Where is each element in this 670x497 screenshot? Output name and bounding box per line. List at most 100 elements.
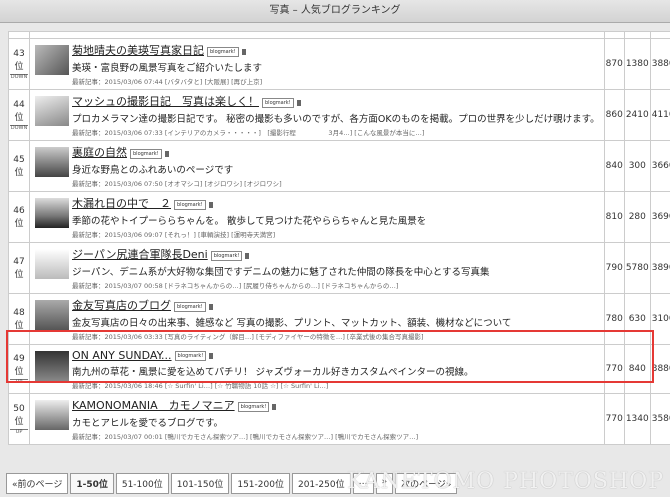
blogmark-button[interactable]: blogmark! (174, 301, 206, 312)
page-201-250-button[interactable]: 201-250位 (291, 473, 351, 494)
score-a: 840 (603, 140, 625, 192)
score-c: 3690 (649, 191, 670, 243)
rank-cell: 50位 UP (8, 393, 30, 445)
table-row (8, 31, 670, 39)
rank-label: 46位 (13, 205, 25, 229)
blog-title-link[interactable]: 裏庭の自然 (72, 146, 127, 159)
blog-thumbnail[interactable] (35, 198, 69, 228)
rank-trend-badge: UP (10, 378, 28, 385)
blog-info-cell: ジーパン尻連合軍隊長Deni blogmark! ジーパン、デニム系が大好物な集団で… (29, 242, 605, 294)
blog-title-link[interactable]: マッシュの撮影日記 写真は楽しく！ (72, 95, 259, 108)
blogmark-button[interactable]: blogmark! (130, 148, 162, 159)
recent-articles[interactable]: 最新記事：2015/03/06 09:07 [それっ！] [車輌演技] [運明寺… (72, 229, 600, 239)
table-row: 48位 金友写真店のブログ blogmark! 金友写真店の日々の出来事、雑感など 写… (8, 293, 670, 345)
page-1-50-button[interactable]: 1-50位 (70, 473, 114, 494)
recent-articles[interactable]: 最新記事：2015/03/06 07:33 [インテリアのカメラ・・・・・] [… (72, 127, 600, 137)
bookmark-icon[interactable] (296, 99, 301, 106)
blog-title-link[interactable]: KAMONOMANIA カモノマニア (72, 399, 235, 412)
table-row: 46位 木漏れ日の中で ２ blogmark! 季節の花やトイプーららちゃんを。 散歩… (8, 191, 670, 243)
blogmark-button[interactable]: blogmark! (207, 46, 239, 57)
score-b: 300 (623, 140, 651, 192)
score-c: 3880 (649, 344, 670, 394)
blog-description: ジーパン、デニム系が大好物な集団ですデニムの魅力に魅了された仲間の隊長を中心とす… (72, 267, 490, 278)
table-row: 49位 UP ON ANY SUNDAY... blogmark! 南九州の草花・風景に… (8, 344, 670, 394)
blog-thumbnail[interactable] (35, 300, 69, 330)
rank-cell: 47位 (8, 242, 30, 294)
score-a: 790 (603, 242, 625, 294)
score-b: 5780 (623, 242, 651, 294)
table-row: 50位 UP KAMONOMANIA カモノマニア blogmark! カモとアヒルを愛… (8, 393, 670, 445)
blog-info-cell: ON ANY SUNDAY... blogmark! 南九州の草花・風景に愛を込めて… (29, 344, 605, 394)
table-row: 43位 DOWN 菊地晴夫の美瑛写真家日記 blogmark! 美瑛・富良野の風景写真を… (8, 38, 670, 90)
score-c: 3100 (649, 293, 670, 345)
window-title: 写真 – 人気ブログランキング (0, 0, 670, 23)
page-101-150-button[interactable]: 101-150位 (170, 473, 230, 494)
blog-info-cell: KAMONOMANIA カモノマニア blogmark! カモとアヒルを愛でるブログ… (29, 393, 605, 445)
score-b: 1380 (623, 38, 651, 90)
bookmark-icon[interactable] (272, 403, 277, 410)
rank-label: 48位 (13, 307, 25, 331)
recent-articles[interactable]: 最新記事：2015/03/06 03:33 [写真のライティング（解目…] [モ… (72, 331, 600, 341)
blog-thumbnail[interactable] (35, 351, 69, 381)
blog-title-link[interactable]: ON ANY SUNDAY... (72, 349, 172, 362)
recent-articles[interactable]: 最新記事：2015/03/06 07:50 [オオマシコ] [オジロワシ] [オ… (72, 178, 600, 188)
rank-trend-badge: DOWN (10, 73, 28, 80)
rank-cell: 46位 (8, 191, 30, 243)
blog-info-cell: 金友写真店のブログ blogmark! 金友写真店の日々の出来事、雑感など 写真の撮… (29, 293, 605, 345)
blogmark-button[interactable]: blogmark! (237, 401, 270, 412)
score-b: 2410 (623, 89, 651, 141)
blog-description: 身近な野鳥とのふれあいのページです (72, 165, 234, 176)
recent-articles[interactable]: 最新記事：2015/03/07 00:01 [鴨川でカモさん探索ツア…] [鴨川… (72, 431, 600, 441)
blog-title-link[interactable]: 菊地晴夫の美瑛写真家日記 (72, 44, 204, 57)
score-a: 870 (603, 38, 625, 90)
watermark: KANETOMO PHOTOSHOP (347, 469, 664, 494)
bookmark-icon[interactable] (164, 150, 169, 157)
blog-title-link[interactable]: 金友写真店のブログ (72, 299, 171, 312)
blog-info-cell: 木漏れ日の中で ２ blogmark! 季節の花やトイプーららちゃんを。 散歩して見… (29, 191, 605, 243)
blog-title-link[interactable]: ジーパン尻連合軍隊長Deni (72, 248, 208, 261)
blog-info-cell: 裏庭の自然 blogmark! 身近な野鳥とのふれあいのページです最新記事：2015… (29, 140, 605, 192)
recent-articles[interactable]: 最新記事：2015/03/06 07:44 [バタバタと] [大阪展] [再び上… (72, 76, 600, 86)
blog-title-link[interactable]: 木漏れ日の中で ２ (72, 197, 171, 210)
blog-description: カモとアヒルを愛でるブログです。 (72, 418, 224, 429)
blogmark-button[interactable]: blogmark! (262, 97, 294, 108)
blog-description: 金友写真店の日々の出来事、雑感など 写真の撮影、プリント、マットカット、額装、機… (72, 318, 512, 329)
bookmark-icon[interactable] (209, 353, 214, 359)
blog-thumbnail[interactable] (35, 45, 69, 75)
prev-page-button[interactable]: «前のページ (6, 473, 69, 494)
bookmark-icon[interactable] (208, 201, 213, 208)
score-b: 630 (623, 293, 651, 345)
score-a: 810 (603, 191, 625, 243)
rank-label: 47位 (13, 256, 25, 280)
table-row: 47位 ジーパン尻連合軍隊長Deni blogmark! ジーパン、デニム系が大好物な… (8, 242, 670, 294)
bookmark-icon[interactable] (241, 48, 246, 55)
blog-thumbnail[interactable] (35, 249, 69, 279)
bookmark-icon[interactable] (245, 252, 250, 259)
recent-articles[interactable]: 最新記事：2015/03/07 00:58 [ドラネコちゃんからの…] [尻履り… (72, 280, 600, 290)
page-51-100-button[interactable]: 51-100位 (115, 473, 169, 494)
rank-trend-badge: UP (10, 428, 28, 435)
score-b: 840 (623, 344, 651, 394)
blog-thumbnail[interactable] (35, 400, 69, 430)
score-b: 280 (623, 191, 651, 243)
blog-thumbnail[interactable] (35, 96, 69, 126)
blog-description: プロカメラマン達の撮影日記です。 秘密の撮影も多いのですが、各方面OKのものを掲… (72, 114, 600, 125)
blogmark-button[interactable]: blogmark! (174, 351, 207, 361)
blogmark-button[interactable]: blogmark! (174, 199, 206, 210)
blog-description: 南九州の草花・風景に愛を込めてパチリ！ ジャズヴォーカル好きカスタムペインターの… (72, 366, 474, 378)
ranking-table: 43位 DOWN 菊地晴夫の美瑛写真家日記 blogmark! 美瑛・富良野の風景写真を… (8, 31, 670, 445)
page-151-200-button[interactable]: 151-200位 (231, 473, 290, 494)
score-a: 770 (603, 393, 625, 445)
rank-cell: 48位 (8, 293, 30, 345)
score-a: 780 (603, 293, 625, 345)
rank-label: 49位 (13, 353, 25, 377)
blog-info-cell: 菊地晴夫の美瑛写真家日記 blogmark! 美瑛・富良野の風景写真をご紹介いたしま… (29, 38, 605, 90)
recent-articles[interactable]: 最新記事：2015/03/06 18:46 [☆ Surfin' Li…] [☆… (72, 380, 600, 390)
rank-cell: 43位 DOWN (8, 38, 30, 90)
rank-trend-badge: DOWN (10, 124, 28, 131)
blogmark-button[interactable]: blogmark! (210, 250, 243, 261)
score-b: 1340 (623, 393, 651, 445)
score-a: 770 (603, 344, 625, 394)
bookmark-icon[interactable] (208, 303, 213, 310)
blog-thumbnail[interactable] (35, 147, 69, 177)
